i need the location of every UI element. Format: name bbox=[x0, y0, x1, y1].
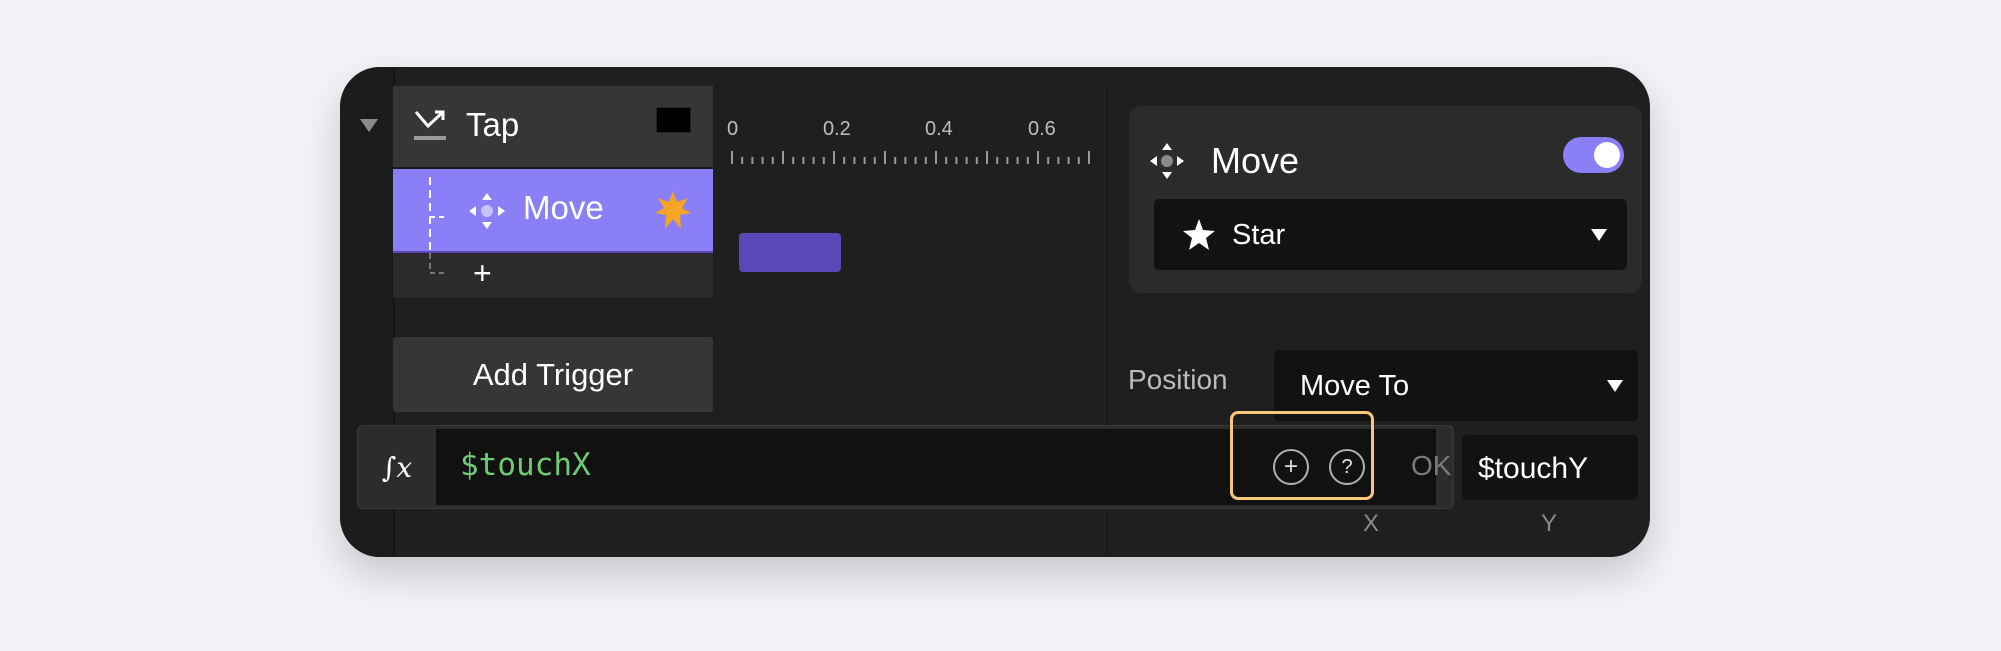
y-value-field[interactable]: $touchY bbox=[1462, 435, 1638, 500]
tree-connector-end bbox=[429, 253, 448, 274]
action-card: Move Star bbox=[1129, 106, 1642, 293]
trigger-tap[interactable]: Tap bbox=[393, 86, 713, 167]
position-mode-label: Move To bbox=[1300, 370, 1410, 402]
action-move[interactable]: Move bbox=[393, 167, 713, 253]
triangle-down-icon[interactable] bbox=[360, 119, 378, 132]
caret-down-icon bbox=[1607, 380, 1623, 392]
move-arrows-icon bbox=[1150, 143, 1184, 179]
starburst-icon bbox=[655, 191, 691, 229]
ok-button[interactable]: OK bbox=[1411, 450, 1451, 482]
position-label: Position bbox=[1128, 364, 1228, 395]
star-icon bbox=[1183, 219, 1215, 250]
caret-down-icon bbox=[1591, 229, 1607, 241]
y-value: $touchY bbox=[1478, 452, 1589, 485]
action-title: Move bbox=[1211, 140, 1300, 181]
plus-icon[interactable]: + bbox=[473, 255, 492, 292]
add-trigger-button[interactable]: Add Trigger bbox=[393, 337, 713, 412]
timeline-ruler bbox=[731, 151, 1090, 164]
target-dropdown[interactable]: Star bbox=[1154, 199, 1627, 270]
tick-label: 0.4 bbox=[925, 118, 953, 140]
interaction-panel: Tap Move + Add Trigger 0 0.2 0.4 0.6 Mov… bbox=[340, 67, 1650, 557]
tick-label: 0.6 bbox=[1028, 118, 1056, 140]
target-label: Star bbox=[1232, 219, 1286, 251]
tick-label: 0 bbox=[727, 118, 739, 140]
move-arrows-icon bbox=[469, 193, 505, 229]
enable-toggle[interactable] bbox=[1563, 137, 1624, 173]
y-axis-label: Y bbox=[1541, 510, 1558, 537]
formula-value: $touchX bbox=[460, 447, 591, 483]
tap-label: Tap bbox=[466, 106, 520, 143]
function-icon[interactable]: ∫x bbox=[358, 426, 436, 508]
x-axis-label: X bbox=[1363, 510, 1380, 537]
toggle-knob bbox=[1594, 142, 1620, 168]
highlight-box bbox=[1230, 411, 1374, 500]
add-action-row: + bbox=[393, 251, 713, 298]
timeline-bar[interactable] bbox=[739, 233, 841, 272]
tap-gesture-icon bbox=[414, 110, 446, 140]
tick-label: 0.2 bbox=[823, 118, 851, 140]
color-swatch[interactable] bbox=[656, 107, 691, 133]
move-label: Move bbox=[523, 189, 604, 226]
